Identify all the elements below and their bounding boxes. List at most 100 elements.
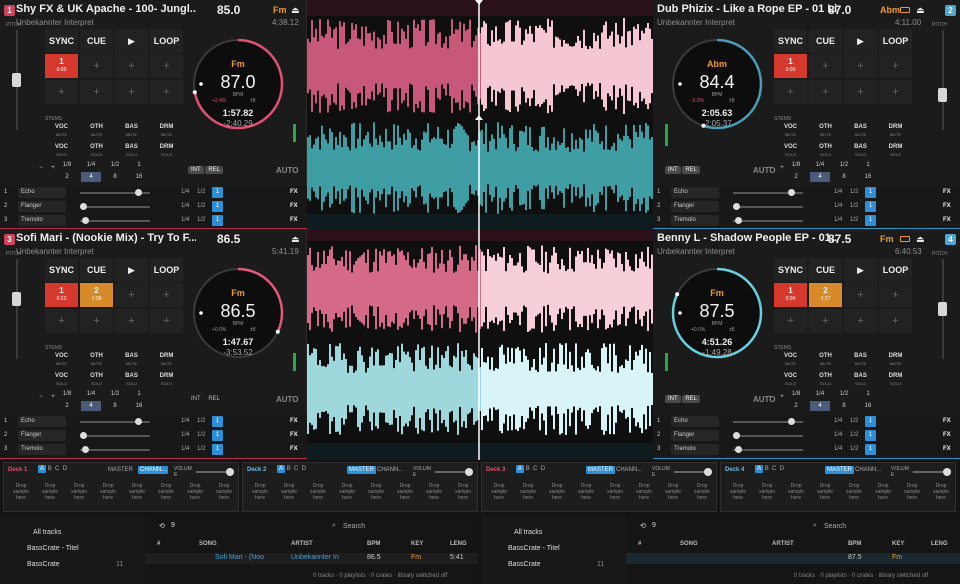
sampler-channel-button[interactable]: CHANN... — [855, 467, 881, 473]
search-icon[interactable]: ⌕ — [332, 522, 336, 530]
fx-beat-selected[interactable]: 1 — [212, 215, 223, 226]
int-button[interactable]: INT — [188, 166, 204, 174]
hotcue-empty-button[interactable]: + — [809, 309, 842, 333]
fx-param-handle[interactable] — [733, 432, 740, 439]
fx-quarter[interactable]: 1/4 — [834, 432, 842, 438]
loop-button[interactable]: LOOP — [879, 258, 912, 282]
loop-size-bottom[interactable]: 4 — [81, 401, 101, 411]
bank-a-button[interactable]: A — [516, 465, 525, 473]
sample-slot[interactable]: Drop sample here — [544, 483, 570, 501]
hotcue-empty-button[interactable]: + — [150, 309, 183, 333]
fx-param-slider[interactable] — [80, 206, 150, 208]
fx-param-slider[interactable] — [80, 220, 150, 222]
bank-b-button[interactable]: B — [526, 466, 530, 472]
hotcue-empty-button[interactable]: + — [115, 80, 148, 104]
stem-oth-solo-button[interactable]: OTH SOLO — [80, 373, 113, 389]
fx-beat-selected[interactable]: 1 — [212, 187, 223, 198]
fx-select[interactable]: Tremolo — [18, 215, 66, 226]
column-header[interactable]: LENG — [931, 541, 948, 547]
hotcue-empty-button[interactable]: + — [809, 80, 842, 104]
hotcue-empty-button[interactable]: + — [80, 54, 113, 78]
search-icon[interactable]: ⌕ — [813, 522, 817, 530]
fx-quarter[interactable]: 1/4 — [834, 189, 842, 195]
fx-param-handle[interactable] — [82, 446, 89, 453]
history-icon[interactable]: ⟲ — [640, 522, 646, 530]
hotcue-empty-button[interactable]: + — [115, 54, 148, 78]
loop-size-bottom[interactable]: 8 — [105, 401, 125, 411]
stem-drm-solo-button[interactable]: DRM SOLO — [879, 373, 912, 389]
fx-select[interactable]: Flanger — [671, 430, 719, 441]
fx-quarter[interactable]: 1/4 — [181, 432, 189, 438]
column-header[interactable]: SONG — [680, 541, 698, 547]
fx-half[interactable]: 1/2 — [850, 217, 858, 223]
pitch-slider-handle[interactable] — [12, 292, 21, 306]
fx-beat-selected[interactable]: 1 — [212, 201, 223, 212]
fx-select[interactable]: Tremolo — [18, 444, 66, 455]
hotcue-empty-button[interactable]: + — [809, 54, 842, 78]
fx-quarter[interactable]: 1/4 — [834, 203, 842, 209]
loop-size-bottom[interactable]: 2 — [57, 172, 77, 182]
sample-slot[interactable]: Drop sample here — [153, 483, 179, 501]
fx-half[interactable]: 1/2 — [850, 203, 858, 209]
int-rel-toggle[interactable]: INT REL — [665, 395, 701, 403]
sample-slot[interactable]: Drop sample here — [783, 483, 809, 501]
play-button[interactable]: ▶ — [844, 29, 877, 53]
fx-param-slider[interactable] — [80, 435, 150, 437]
hotcue-empty-button[interactable]: + — [115, 283, 148, 307]
eject-icon[interactable]: ⏏ — [916, 234, 925, 245]
cue-button[interactable]: CUE — [809, 258, 842, 282]
sampler-channel-button[interactable]: CHANN... — [616, 467, 642, 473]
loop-size-top[interactable]: 1/4 — [81, 160, 101, 170]
fx-toggle-button[interactable]: FX — [290, 203, 298, 209]
fx-half[interactable]: 1/2 — [197, 217, 205, 223]
fx-select[interactable]: Flanger — [671, 201, 719, 212]
fx-param-handle[interactable] — [135, 189, 142, 196]
stem-oth-solo-button[interactable]: OTH SOLO — [80, 144, 113, 160]
bank-d-button[interactable]: D — [780, 466, 784, 472]
bank-c-button[interactable]: C — [772, 466, 776, 472]
loop-size-bottom[interactable]: 2 — [786, 172, 806, 182]
loop-size-top[interactable]: 1/8 — [57, 389, 77, 399]
track-title[interactable]: Shy FX & UK Apache - 100- Jungl... — [16, 3, 196, 15]
stem-voc-mute-button[interactable]: VOC MUTE — [774, 124, 807, 140]
stem-voc-mute-button[interactable]: VOC MUTE — [45, 124, 78, 140]
sidebar-basscrate-titel[interactable]: BassCrate - Titel — [27, 545, 79, 552]
sample-slot[interactable]: Drop sample here — [899, 483, 925, 501]
rel-button[interactable]: REL — [205, 166, 224, 174]
table-row[interactable]: 87.5 Fm — [626, 553, 960, 564]
fx-param-handle[interactable] — [80, 432, 87, 439]
fx-half[interactable]: 1/2 — [197, 418, 205, 424]
hotcue-empty-button[interactable]: + — [80, 309, 113, 333]
fx-param-slider[interactable] — [733, 435, 803, 437]
sampler-master-button[interactable]: MASTER — [347, 466, 377, 474]
loop-size-bottom[interactable]: 4 — [810, 401, 830, 411]
fx-param-handle[interactable] — [135, 418, 142, 425]
hotcue-empty-button[interactable]: + — [774, 80, 807, 104]
hotcue-empty-button[interactable]: + — [879, 283, 912, 307]
fx-param-handle[interactable] — [788, 418, 795, 425]
sample-slot[interactable]: Drop sample here — [8, 483, 34, 501]
stem-bas-solo-button[interactable]: BAS SOLO — [115, 373, 148, 389]
sampler-volume-handle[interactable] — [465, 468, 473, 476]
bank-c-button[interactable]: C — [533, 466, 537, 472]
bank-a-button[interactable]: A — [277, 465, 286, 473]
fx-select[interactable]: Flanger — [18, 201, 66, 212]
column-header[interactable]: SONG — [199, 541, 217, 547]
sample-slot[interactable]: Drop sample here — [660, 483, 686, 501]
fx-beat-selected[interactable]: 1 — [865, 416, 876, 427]
column-header[interactable]: # — [157, 541, 160, 547]
sample-slot[interactable]: Drop sample here — [515, 483, 541, 501]
loop-size-top[interactable]: 1 — [129, 389, 149, 399]
fx-toggle-button[interactable]: FX — [290, 189, 298, 195]
eject-icon[interactable]: ⏏ — [916, 5, 925, 16]
waveform-bottom-svg[interactable] — [307, 229, 653, 460]
column-header[interactable]: # — [638, 541, 641, 547]
bank-d-button[interactable]: D — [63, 466, 67, 472]
play-button[interactable]: ▶ — [115, 29, 148, 53]
bank-c-button[interactable]: C — [294, 466, 298, 472]
cue-button[interactable]: CUE — [809, 29, 842, 53]
track-title[interactable]: Benny L - Shadow People EP - 01... — [657, 232, 837, 244]
stem-voc-mute-button[interactable]: VOC MUTE — [774, 353, 807, 369]
fx-param-handle[interactable] — [735, 446, 742, 453]
bank-d-button[interactable]: D — [541, 466, 545, 472]
